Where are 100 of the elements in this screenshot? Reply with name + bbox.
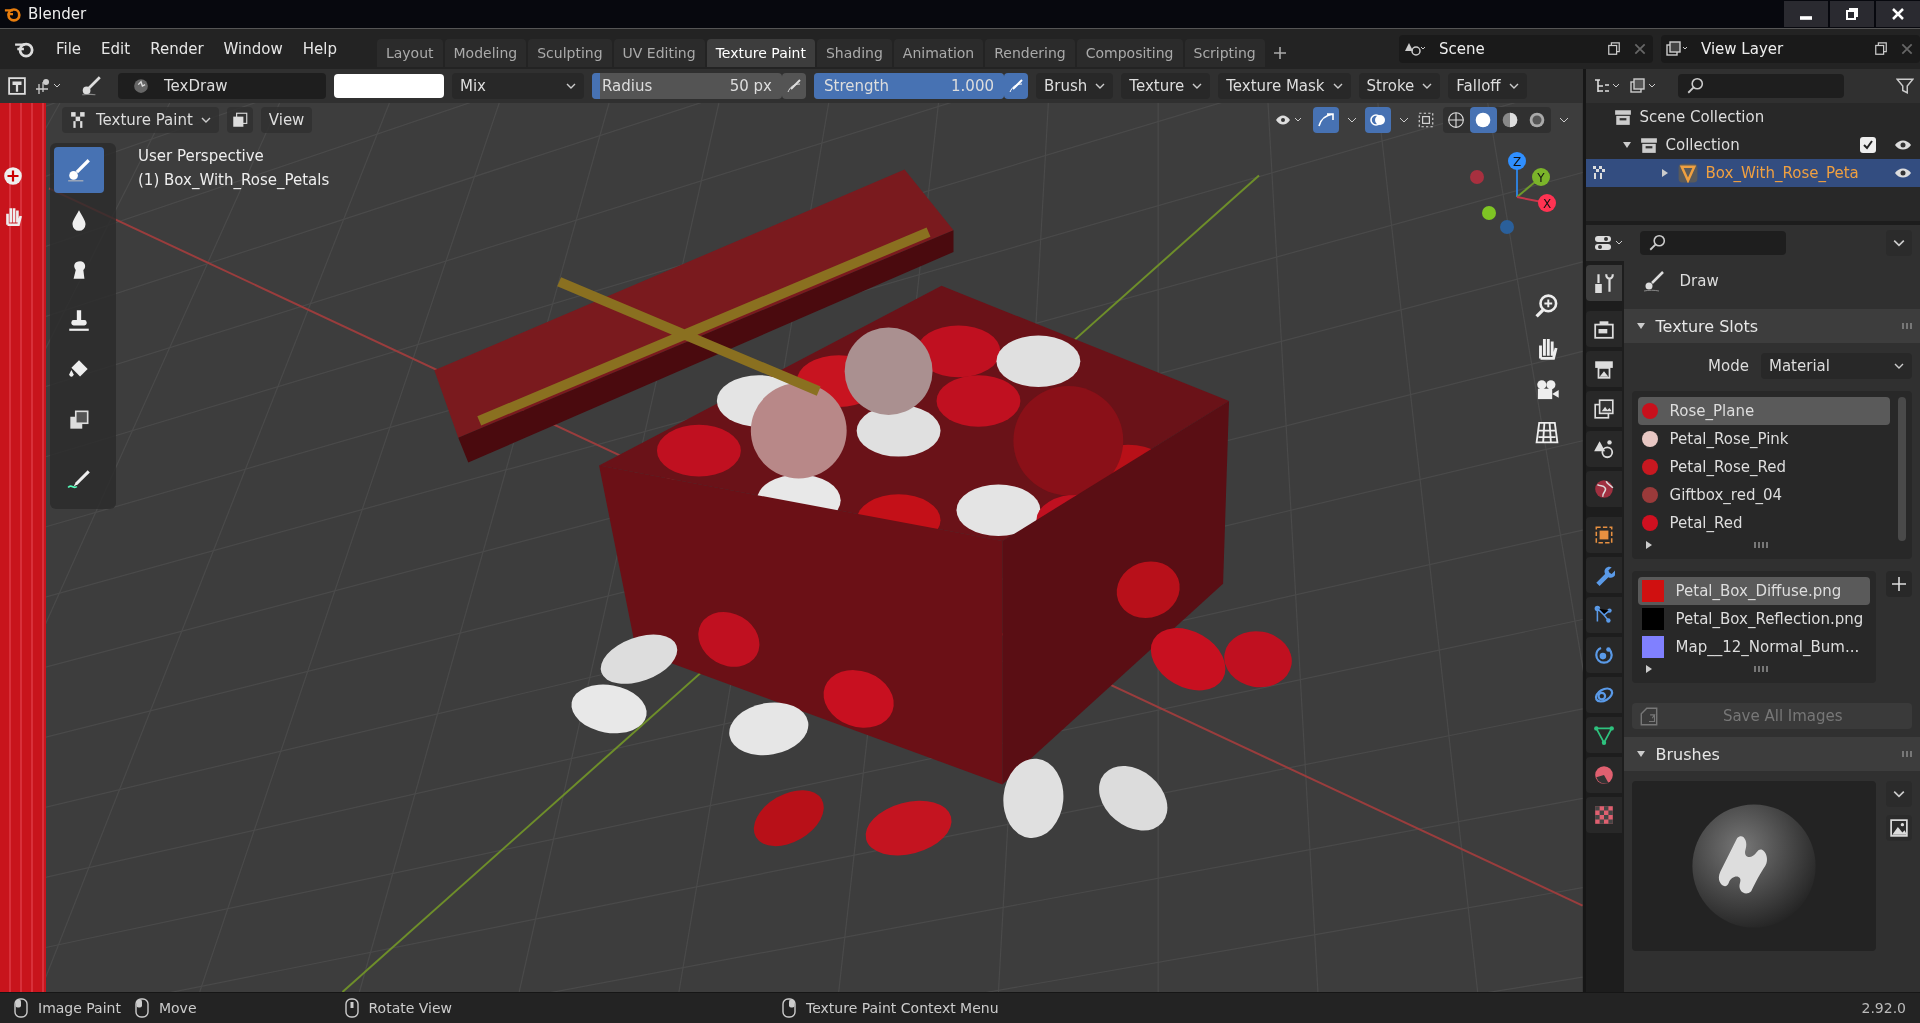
panel-header[interactable]: Texture Slots — [1623, 309, 1920, 343]
color-swatch[interactable] — [334, 74, 444, 98]
menu-item[interactable]: Help — [292, 40, 347, 58]
chevron-icon[interactable] — [1398, 117, 1409, 123]
render-tab[interactable] — [1585, 311, 1622, 347]
outliner-item[interactable]: Collection — [1665, 136, 1740, 154]
active-tool-name: Draw — [1679, 272, 1719, 290]
eye-icon[interactable] — [1894, 139, 1912, 151]
object-tab[interactable] — [1585, 517, 1622, 553]
shading-mode-button[interactable] — [1469, 107, 1497, 133]
xray-icon[interactable] — [1416, 111, 1435, 129]
view-layer-tab[interactable] — [1585, 391, 1622, 427]
chevron-icon[interactable] — [1346, 117, 1357, 123]
viewport-info-text: User Perspective — [138, 147, 265, 165]
scrollbar[interactable] — [1898, 397, 1906, 541]
view-menu[interactable]: View — [260, 107, 313, 133]
menu-item[interactable]: Render — [140, 40, 214, 58]
radius-slider[interactable]: Radius 50 px — [592, 73, 782, 99]
mouse-icon — [344, 998, 359, 1018]
workspace-tab[interactable]: Animation — [893, 39, 984, 67]
physics-tab[interactable] — [1585, 637, 1622, 673]
workspace-tab[interactable]: Shading — [817, 39, 892, 67]
expand-arrow-icon[interactable] — [1635, 749, 1646, 759]
add-icon[interactable] — [1272, 46, 1287, 60]
view-layer-selector-icon[interactable] — [1665, 41, 1689, 57]
chevron-icon[interactable] — [1886, 781, 1912, 807]
workspace-tab[interactable]: Scripting — [1184, 39, 1265, 67]
exclude-checkbox[interactable] — [1860, 137, 1876, 153]
blend-mode-dropdown[interactable]: Mix — [460, 77, 486, 95]
data-tab[interactable] — [1585, 717, 1622, 753]
editor-type-icon[interactable] — [1593, 235, 1624, 251]
workspace-tab[interactable]: Layout — [376, 39, 443, 67]
draw-tool-button[interactable] — [54, 147, 104, 193]
outliner-item[interactable]: Scene Collection — [1639, 108, 1765, 126]
image-item[interactable]: Petal_Box_Diffuse.png — [1637, 577, 1870, 605]
menu-item[interactable]: Window — [213, 40, 293, 58]
drag-handle-icon[interactable] — [1902, 751, 1914, 757]
copy-icon[interactable] — [1874, 42, 1888, 56]
expand-arrow-icon[interactable] — [1643, 540, 1654, 550]
add-icon[interactable] — [1886, 571, 1912, 597]
material-item[interactable]: Rose_Plane — [1637, 397, 1890, 425]
grid-icon[interactable] — [1533, 419, 1560, 445]
copy-icon[interactable] — [1607, 42, 1621, 56]
modifiers-tab[interactable] — [1585, 557, 1622, 593]
maximize-button[interactable] — [1830, 1, 1874, 27]
panel-header[interactable]: Brushes — [1623, 737, 1920, 771]
gizmo-toggle-icon[interactable] — [1312, 107, 1339, 133]
world-tab[interactable] — [1585, 471, 1622, 507]
search-field[interactable] — [1677, 74, 1844, 98]
scene-selector-icon[interactable] — [1403, 41, 1427, 57]
particles-tab[interactable] — [1585, 597, 1622, 633]
chevron-icon[interactable] — [1886, 230, 1912, 256]
expand-arrow-icon[interactable] — [1635, 321, 1646, 331]
resize-handle-icon[interactable] — [1753, 542, 1768, 548]
filter-view-icon[interactable] — [1627, 78, 1658, 94]
resize-handle-icon[interactable] — [1753, 666, 1768, 672]
expand-arrow-icon[interactable] — [1643, 664, 1654, 674]
expand-arrow-icon[interactable] — [1621, 140, 1632, 150]
menu-item[interactable]: Edit — [91, 40, 141, 58]
material-item[interactable]: Petal_Rose_Pink — [1637, 425, 1890, 453]
close-button[interactable] — [1876, 1, 1920, 27]
editor-type-icon[interactable] — [8, 77, 26, 95]
tool-tab[interactable] — [1585, 265, 1622, 301]
outliner-row[interactable]: Box_With_Rose_Peta — [1585, 159, 1920, 187]
eye-icon[interactable] — [1894, 167, 1912, 179]
chevron-icon[interactable] — [1558, 117, 1569, 123]
zoom-icon[interactable] — [1533, 293, 1560, 319]
material-item[interactable]: Petal_Rose_Red — [1637, 453, 1890, 481]
image-item[interactable]: Map__12_Normal_Bum... — [1637, 633, 1870, 661]
zoom-icon[interactable] — [2, 165, 24, 187]
filter-icon[interactable] — [1896, 77, 1914, 95]
overlay-toggle-icon[interactable] — [1364, 107, 1391, 133]
output-tab[interactable] — [1585, 351, 1622, 387]
strength-slider[interactable]: Strength 1.000 — [814, 73, 1004, 99]
scene-tab[interactable] — [1585, 431, 1622, 467]
pressure-icon[interactable] — [782, 73, 806, 99]
menu-item[interactable]: File — [46, 40, 92, 58]
navigation-gizmo-drawing[interactable]: Z Y X — [1466, 147, 1567, 247]
expand-arrow-icon[interactable] — [1659, 168, 1670, 178]
workspace-tab[interactable]: Rendering — [985, 39, 1075, 67]
workspace-tab[interactable]: Texture Paint — [706, 39, 815, 67]
search-field[interactable] — [1639, 231, 1786, 255]
material-item[interactable]: Petal_Red — [1637, 509, 1890, 537]
workspace-tab[interactable]: Compositing — [1076, 39, 1183, 67]
image-icon[interactable] — [1886, 815, 1912, 841]
material-tab[interactable] — [1585, 757, 1622, 793]
constraints-tab[interactable] — [1585, 677, 1622, 713]
drag-handle-icon[interactable] — [1902, 323, 1914, 329]
image-item[interactable]: Petal_Box_Reflection.png — [1637, 605, 1870, 633]
texture-tab[interactable] — [1585, 797, 1622, 833]
workspace-tab[interactable]: Modeling — [444, 39, 527, 67]
workspace-tab[interactable]: UV Editing — [613, 39, 705, 67]
minimize-button[interactable] — [1784, 1, 1828, 27]
status-hint: Texture Paint Context Menu — [806, 1000, 999, 1016]
close-icon[interactable] — [1633, 42, 1647, 56]
layers-icon[interactable] — [226, 107, 253, 133]
pressure-icon[interactable] — [1004, 73, 1028, 99]
close-icon[interactable] — [1900, 42, 1914, 56]
material-item[interactable]: Giftbox_red_04 — [1637, 481, 1890, 509]
workspace-tab[interactable]: Sculpting — [528, 39, 612, 67]
